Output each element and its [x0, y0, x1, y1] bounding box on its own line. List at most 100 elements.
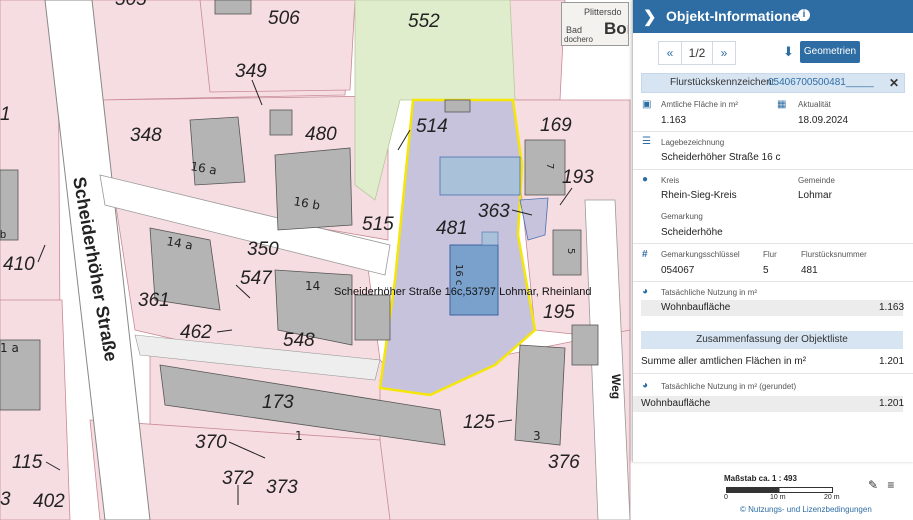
chevron-right-icon[interactable]: ❯	[643, 7, 656, 27]
scale-label: Maßstab ca. 1 : 493	[724, 474, 797, 483]
nutzung-label: Tatsächliche Nutzung in m²	[661, 288, 758, 297]
gemarkungsschluessel-value: 054067	[661, 265, 695, 276]
parcel-548: 548	[283, 330, 315, 351]
location-label: Lagebezeichnung	[661, 138, 725, 147]
flurstueck-header: Flurstückskennzeichen: 05406700500481___…	[641, 73, 905, 93]
pie-chart-icon: ◕	[642, 286, 649, 297]
license-link[interactable]: © Nutzungs- und Lizenzbedingungen	[740, 505, 872, 514]
address-label: Scheiderhöher Straße 16c,53797 Lohmar, R…	[334, 286, 591, 298]
object-info-panel: ❯ Objekt-Informationen i « 1/2 » ⬇ Geome…	[632, 0, 913, 462]
parcel-505: 505	[115, 0, 147, 10]
gemeinde-label: Gemeinde	[798, 176, 835, 185]
date-value: 18.09.2024	[798, 115, 849, 126]
pager-page-indicator: 1/2	[681, 41, 713, 65]
gemarkungsschluessel-label: Gemarkungsschlüssel	[661, 250, 740, 259]
download-icon[interactable]: ⬇	[783, 44, 794, 60]
parcel-506: 506	[268, 8, 300, 29]
nutzung-name: Wohnbaufläche	[661, 302, 731, 313]
separator	[633, 281, 913, 282]
gemeinde-value: Lohmar	[798, 190, 832, 201]
pager-prev-button[interactable]: «	[658, 41, 682, 65]
thumbnail-place-dochero: dochero	[564, 35, 593, 44]
signpost-icon: ☰	[642, 136, 651, 147]
flurstuecksnummer-label: Flurstücksnummer	[801, 250, 867, 259]
map-tools: ✎ ≡	[868, 478, 894, 492]
parcel-361: 361	[138, 290, 170, 311]
gemarkung-label: Gemarkung	[661, 212, 703, 221]
parcel-115: 115	[12, 452, 43, 473]
flur-value: 5	[763, 265, 769, 276]
map-pin-icon: ●	[642, 174, 649, 185]
parcel-193: 193	[562, 167, 594, 188]
close-icon[interactable]: ✕	[889, 74, 899, 92]
parcel-480: 480	[305, 124, 337, 145]
info-icon[interactable]: i	[798, 9, 810, 21]
parcel-370: 370	[195, 432, 227, 453]
summary-title: Zusammenfassung der Objektliste	[641, 331, 903, 349]
summary-nutzung-label: Tatsächliche Nutzung in m² (gerundet)	[661, 382, 797, 391]
legend-icon[interactable]: ≡	[887, 478, 894, 492]
parcel-373: 373	[266, 477, 298, 498]
house-3: 3	[533, 429, 541, 443]
separator	[633, 373, 913, 374]
building-small	[481, 231, 499, 246]
parcel-348: 348	[130, 125, 162, 146]
house-1: 1	[295, 429, 303, 443]
house-5: 5	[565, 248, 576, 254]
parcel-363: 363	[478, 201, 510, 222]
parcel-402: 402	[33, 491, 65, 512]
flur-label: Flur	[763, 250, 777, 259]
parcel-195: 195	[543, 302, 575, 323]
separator	[633, 131, 913, 132]
area-label: Amtliche Fläche in m²	[661, 100, 738, 109]
parcel-547: 547	[240, 268, 273, 289]
area-value: 1.163	[661, 115, 687, 126]
scale-bar-graphic	[726, 487, 833, 493]
panel-header: ❯ Objekt-Informationen i	[633, 0, 913, 33]
scale-tick-10: 10 m	[770, 494, 786, 501]
kreis-label: Kreis	[661, 176, 680, 185]
panel-title: Objekt-Informationen	[666, 8, 808, 24]
location-value: Scheiderhöher Straße 16 c	[661, 152, 781, 163]
house-7: 7	[544, 163, 555, 169]
thumbnail-place-plittersdorf: Plittersdo	[584, 7, 622, 17]
parcel-462: 462	[180, 322, 212, 343]
separator	[633, 169, 913, 170]
house-14: 14	[305, 279, 320, 293]
overview-map-thumbnail[interactable]: Plittersdo Bor Bad dochero	[561, 2, 629, 46]
street-name-weg: Weg	[609, 374, 623, 399]
scale-tick-0: 0	[724, 494, 728, 501]
parcel-349: 349	[235, 61, 267, 82]
gemarkung-value: Scheiderhöhe	[661, 227, 723, 238]
parcel-125: 125	[463, 412, 495, 433]
flurstueck-label: Flurstückskennzeichen:	[670, 77, 775, 88]
calendar-icon: ▦	[777, 99, 787, 110]
house-16c: 16 c	[453, 264, 464, 285]
scale-tick-20: 20 m	[824, 494, 840, 501]
parcel-169: 169	[540, 115, 572, 136]
date-label: Aktualität	[798, 100, 831, 109]
edge-label-b: b	[0, 229, 6, 241]
summary-sum-label: Summe aller amtlichen Flächen in m²	[641, 356, 807, 367]
geometry-button[interactable]: Geometrien	[800, 41, 860, 63]
pager-next-button[interactable]: »	[712, 41, 736, 65]
parcel-410: 410	[3, 254, 35, 275]
scale-bar: Maßstab ca. 1 : 493 0 10 m 20 m	[724, 474, 844, 504]
parcel-552: 552	[408, 11, 440, 32]
edit-icon[interactable]: ✎	[868, 478, 878, 492]
parcel-481: 481	[436, 218, 468, 239]
pie-chart-icon: ◕	[642, 380, 649, 391]
parcel-350: 350	[247, 239, 279, 260]
parcel-515: 515	[362, 214, 394, 235]
thumbnail-place-bad: Bad	[566, 25, 583, 35]
edge-label-1: 1	[0, 104, 11, 125]
summary-nutzung-name: Wohnbaufläche	[641, 398, 711, 409]
flurstueck-value[interactable]: 05406700500481_____	[768, 74, 874, 92]
edge-label-3: 3	[0, 489, 11, 510]
summary-sum-value: 1.201	[879, 356, 905, 367]
nutzung-value: 1.163	[879, 302, 905, 313]
parcel-372: 372	[222, 468, 254, 489]
parcel-376: 376	[548, 452, 580, 473]
summary-nutzung-value: 1.201	[879, 398, 905, 409]
house-1a: 1 a	[0, 341, 19, 355]
